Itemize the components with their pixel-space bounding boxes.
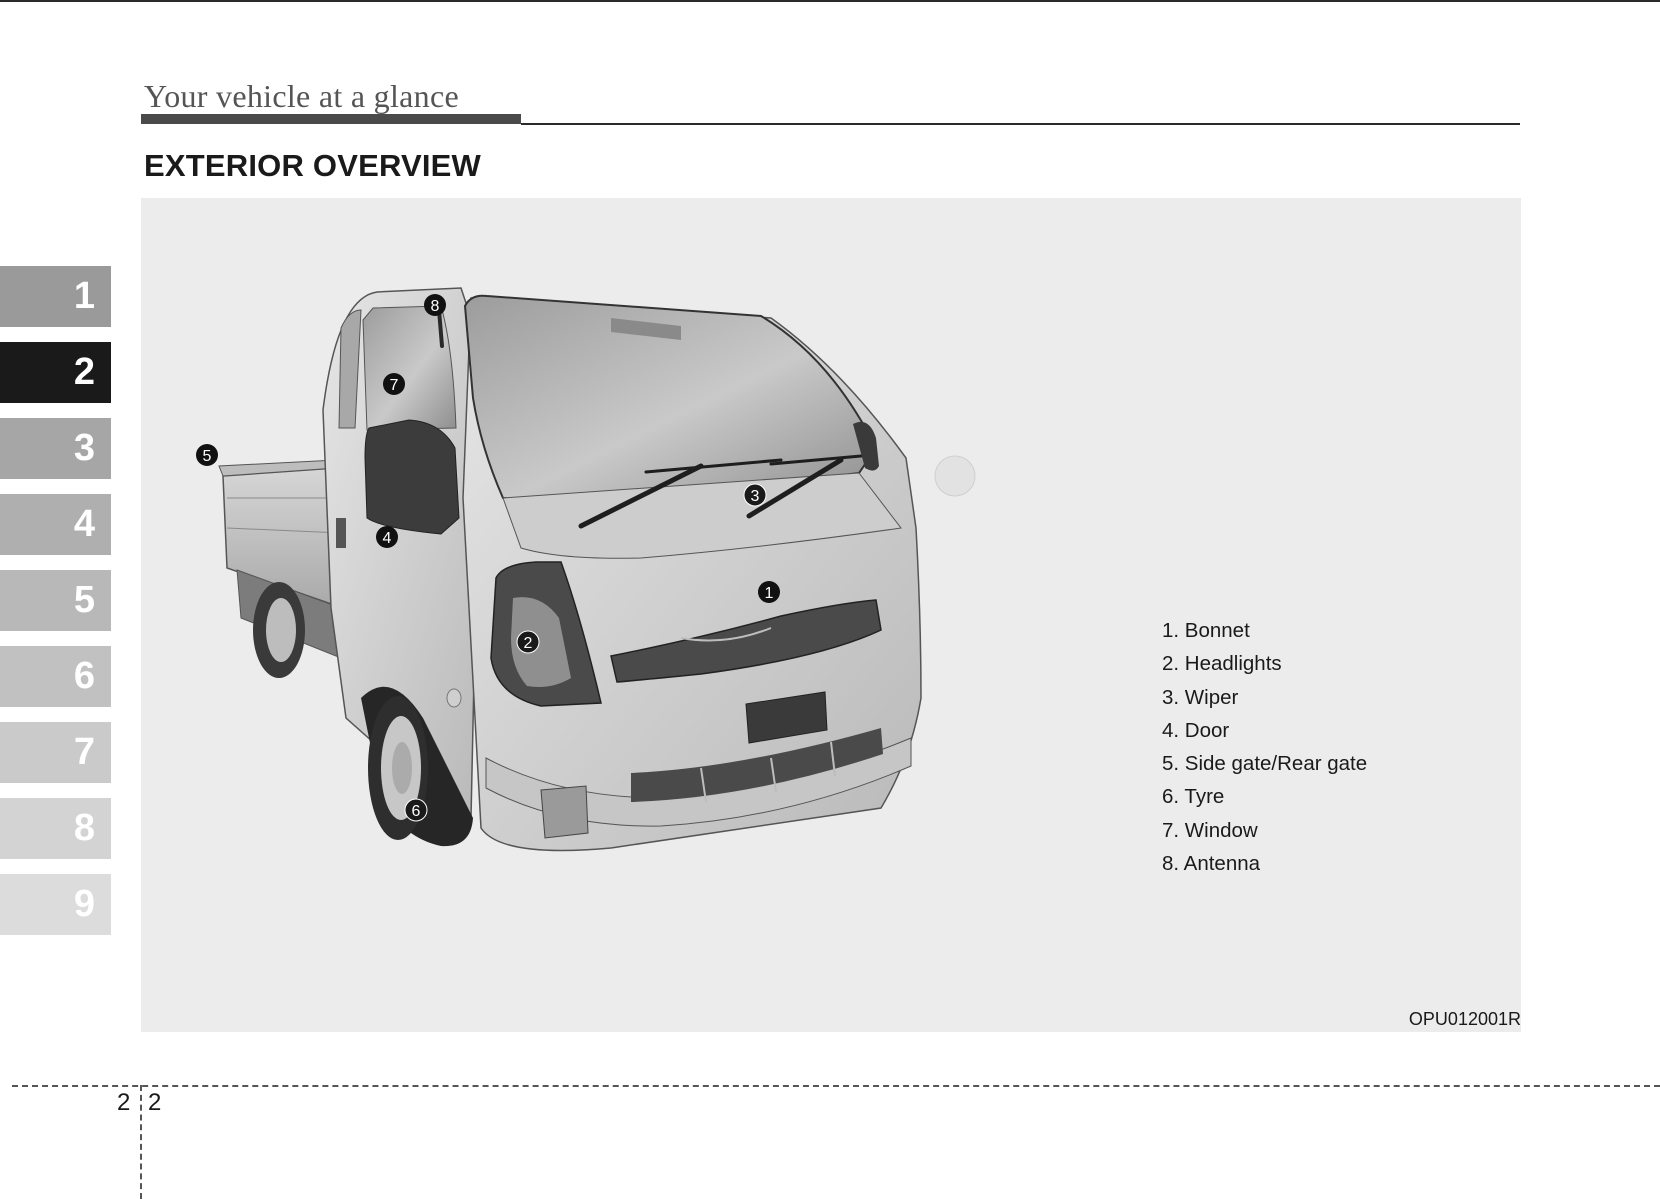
- svg-text:6: 6: [412, 803, 421, 820]
- svg-text:2: 2: [524, 635, 533, 652]
- header-bar-accent: [141, 114, 521, 124]
- page-heading: EXTERIOR OVERVIEW: [144, 148, 481, 183]
- chapter-tab-3[interactable]: 3: [0, 418, 111, 479]
- svg-text:5: 5: [203, 448, 212, 465]
- footer-divider: [140, 1085, 142, 1199]
- chapter-number: 2: [117, 1089, 131, 1116]
- chapter-tab-8[interactable]: 8: [0, 798, 111, 859]
- svg-text:7: 7: [390, 377, 399, 394]
- legend-item-wiper: 3. Wiper: [1162, 685, 1239, 709]
- figure-code: OPU012001R: [1408, 1009, 1521, 1029]
- page-number: 2: [148, 1089, 162, 1116]
- legend-item-window: 7. Window: [1162, 818, 1258, 842]
- svg-text:4: 4: [383, 530, 392, 547]
- rear-wheel: [253, 582, 305, 678]
- chapter-tab-2[interactable]: 2: [0, 342, 111, 403]
- callout-7: 7: [383, 373, 405, 395]
- svg-text:3: 3: [751, 488, 760, 505]
- callout-1: 1: [758, 581, 780, 603]
- legend-item-bonnet: 1. Bonnet: [1162, 619, 1250, 642]
- legend-item-headlights: 2. Headlights: [1162, 652, 1282, 676]
- legend-item-door: 4. Door: [1162, 718, 1230, 742]
- cab-front: [437, 294, 976, 852]
- callout-4: 4: [376, 526, 398, 548]
- callout-6: 6: [404, 798, 428, 822]
- parts-legend: 1. Bonnet 2. Headlights 3. Wiper 4. Door…: [1162, 614, 1367, 880]
- chapter-tab-4[interactable]: 4: [0, 494, 111, 555]
- chapter-tab-7[interactable]: 7: [0, 722, 111, 783]
- callout-3: 3: [743, 483, 767, 507]
- footer-rule: [12, 1085, 1660, 1087]
- callout-5: 5: [196, 444, 218, 466]
- chapter-tab-6[interactable]: 6: [0, 646, 111, 707]
- svg-text:8: 8: [431, 298, 440, 315]
- chapter-tab-5[interactable]: 5: [0, 570, 111, 631]
- legend-item-side-gate: 5. Side gate/Rear gate: [1162, 752, 1368, 776]
- section-title: Your vehicle at a glance: [144, 78, 459, 114]
- callout-2: 2: [516, 630, 540, 654]
- header-rule: [521, 123, 1520, 125]
- chapter-tab-1[interactable]: 1: [0, 266, 111, 327]
- chapter-tab-9[interactable]: 9: [0, 874, 111, 935]
- callout-8: 8: [424, 294, 446, 316]
- legend-item-tyre: 6. Tyre: [1162, 785, 1225, 809]
- svg-text:1: 1: [765, 585, 774, 602]
- legend-item-antenna: 8. Antenna: [1162, 852, 1261, 876]
- top-rule: [0, 0, 1660, 2]
